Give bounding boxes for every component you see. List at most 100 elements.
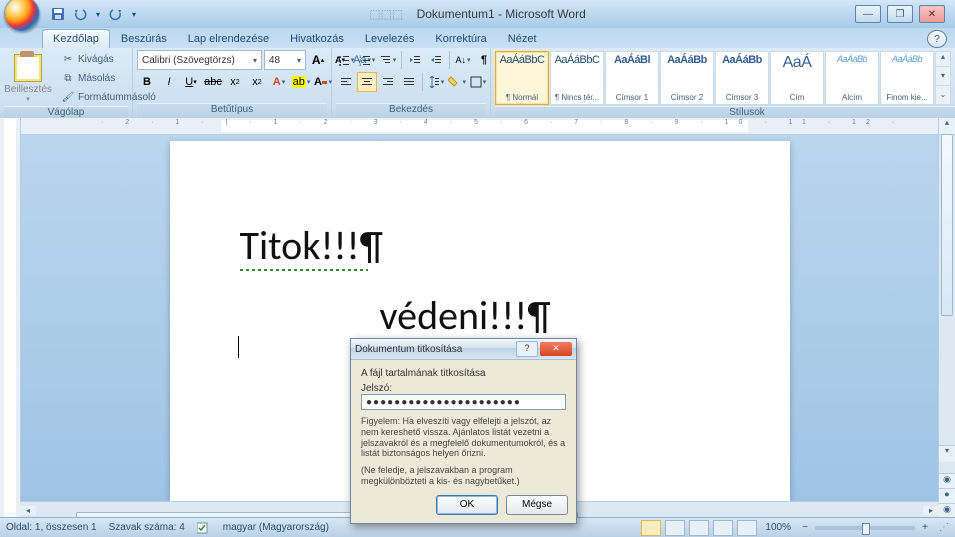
dialog-titlebar[interactable]: Dokumentum titkosítása ? ✕ <box>351 339 576 360</box>
view-web[interactable] <box>689 520 709 536</box>
redo-icon[interactable] <box>106 4 126 24</box>
zoom-out-button[interactable]: − <box>799 522 811 533</box>
close-button[interactable]: ✕ <box>919 5 945 23</box>
align-center-button[interactable] <box>357 72 377 92</box>
tab-home[interactable]: Kezdőlap <box>42 29 110 48</box>
scroll-thumb[interactable] <box>941 134 953 316</box>
gallery-more-icon[interactable]: ⌄ <box>936 90 950 104</box>
group-styles-label: Stílusok <box>495 106 955 118</box>
grow-font-button[interactable]: A▴ <box>308 50 328 70</box>
group-styles: AaÁáBbC¶ Normál AaÁáBbC¶ Nincs tér... Aa… <box>491 48 955 118</box>
browse-object-icon[interactable]: ● <box>939 488 955 503</box>
style-heading2[interactable]: AaÁáBbCímsor 2 <box>660 51 714 105</box>
ok-button[interactable]: OK <box>436 495 498 515</box>
bold-button[interactable]: B <box>137 72 157 92</box>
superscript-button[interactable]: x2 <box>247 72 267 92</box>
scroll-up-icon[interactable]: ▴ <box>939 118 955 135</box>
help-button[interactable]: ? <box>927 30 947 48</box>
scroll-left-icon[interactable]: ◂ <box>20 506 36 515</box>
paste-label: Beillesztés <box>4 84 52 95</box>
sort-button[interactable]: A↓ <box>453 50 473 70</box>
dialog-section-label: A fájl tartalmának titkosítása <box>361 368 566 379</box>
style-subtitle[interactable]: AaÁáBbAlcím <box>825 51 879 105</box>
multilevel-button[interactable] <box>378 50 398 70</box>
cancel-button[interactable]: Mégse <box>506 495 568 515</box>
align-left-button[interactable] <box>336 72 356 92</box>
qat-customize-icon[interactable]: ▾ <box>128 4 140 24</box>
prev-page-icon[interactable]: ◉ <box>939 473 955 488</box>
window-buttons: — ❐ ✕ <box>855 5 955 23</box>
italic-button[interactable]: I <box>159 72 179 92</box>
zoom-slider[interactable] <box>815 526 915 530</box>
dialog-help-button[interactable]: ? <box>516 341 538 357</box>
password-input[interactable]: ●●●●●●●●●●●●●●●●●●●●●● <box>361 394 566 410</box>
paste-button[interactable]: Beillesztés ▾ <box>4 51 52 106</box>
tab-view[interactable]: Nézet <box>498 30 547 48</box>
zoom-level[interactable]: 100% <box>765 522 791 533</box>
status-proof-icon[interactable] <box>197 522 211 534</box>
tab-references[interactable]: Hivatkozás <box>280 30 354 48</box>
view-print-layout[interactable] <box>641 520 661 536</box>
align-right-button[interactable] <box>378 72 398 92</box>
style-subtle-emph[interactable]: AaÁáBbFinom kie... <box>880 51 934 105</box>
font-name-combo[interactable]: Calibri (Szövegtörzs)▾ <box>137 50 262 70</box>
styles-gallery[interactable]: AaÁáBbC¶ Normál AaÁáBbC¶ Nincs tér... Aa… <box>495 51 951 105</box>
numbering-button[interactable]: 123 <box>357 50 377 70</box>
gallery-down-icon[interactable]: ▾ <box>936 71 950 86</box>
style-no-spacing[interactable]: AaÁáBbC¶ Nincs tér... <box>550 51 604 105</box>
view-draft[interactable] <box>737 520 757 536</box>
underline-button[interactable]: U▾ <box>181 72 201 92</box>
resize-grip-icon[interactable]: ⋰ <box>939 522 949 533</box>
tab-mailings[interactable]: Levelezés <box>355 30 425 48</box>
indent-dec-button[interactable] <box>405 50 425 70</box>
next-page-icon[interactable]: ◉ <box>939 503 955 518</box>
restore-button[interactable]: ❐ <box>887 5 913 23</box>
style-heading3[interactable]: AaÁáBbCímsor 3 <box>715 51 769 105</box>
scroll-down-icon[interactable]: ▾ <box>939 445 955 462</box>
justify-button[interactable] <box>399 72 419 92</box>
styles-gallery-nav[interactable]: ▴ ▾ ⌄ <box>935 51 951 105</box>
style-title[interactable]: AaÁCím <box>770 51 824 105</box>
view-full-screen[interactable] <box>665 520 685 536</box>
style-heading1[interactable]: AaÁáBlCímsor 1 <box>605 51 659 105</box>
undo-icon[interactable] <box>70 4 90 24</box>
minimize-button[interactable]: — <box>855 5 881 23</box>
scroll-right-icon[interactable]: ▸ <box>923 506 939 515</box>
group-clipboard-label: Vágólap <box>4 106 128 118</box>
ribbon: Beillesztés ▾ ✂ Kivágás ⧉ Másolás 🖌 Form… <box>0 48 955 119</box>
borders-button[interactable] <box>468 72 488 92</box>
font-size-combo[interactable]: 48▾ <box>264 50 306 70</box>
svg-text:3: 3 <box>359 62 362 66</box>
text-cursor <box>238 336 239 358</box>
status-page[interactable]: Oldal: 1, összesen 1 <box>6 522 97 533</box>
status-language[interactable]: magyar (Magyarország) <box>223 522 329 533</box>
copy-icon: ⧉ <box>62 72 74 84</box>
scissors-icon: ✂ <box>62 53 74 65</box>
status-words[interactable]: Szavak száma: 4 <box>109 522 185 533</box>
style-normal[interactable]: AaÁáBbC¶ Normál <box>495 51 549 105</box>
save-icon[interactable] <box>48 4 68 24</box>
group-font: Calibri (Szövegtörzs)▾ 48▾ A▴ A▾ Aa B I … <box>133 48 332 118</box>
zoom-in-button[interactable]: + <box>919 522 931 533</box>
indent-inc-button[interactable] <box>426 50 446 70</box>
tab-insert[interactable]: Beszúrás <box>111 30 177 48</box>
strike-button[interactable]: abc <box>203 72 223 92</box>
subscript-button[interactable]: x2 <box>225 72 245 92</box>
tab-review[interactable]: Korrektúra <box>425 30 496 48</box>
highlight-button[interactable]: ab <box>291 72 311 92</box>
text-effects-button[interactable]: A <box>269 72 289 92</box>
group-paragraph-label: Bekezdés <box>336 103 486 118</box>
vertical-scrollbar[interactable]: ▴ ▾ ◉ ● ◉ <box>938 118 955 518</box>
view-outline[interactable] <box>713 520 733 536</box>
doc-line-1[interactable]: Titok!!!¶ <box>240 221 383 270</box>
line-spacing-button[interactable] <box>426 72 446 92</box>
font-color-button[interactable]: A <box>313 72 333 92</box>
tab-page-layout[interactable]: Lap elrendezése <box>178 30 279 48</box>
shading-button[interactable] <box>447 72 467 92</box>
gallery-up-icon[interactable]: ▴ <box>936 52 950 67</box>
doc-line-2[interactable]: védeni!!!¶ <box>380 291 551 340</box>
dialog-close-button[interactable]: ✕ <box>540 342 572 356</box>
office-button[interactable] <box>4 0 40 32</box>
bullets-button[interactable] <box>336 50 356 70</box>
undo-dropdown-icon[interactable]: ▾ <box>92 4 104 24</box>
